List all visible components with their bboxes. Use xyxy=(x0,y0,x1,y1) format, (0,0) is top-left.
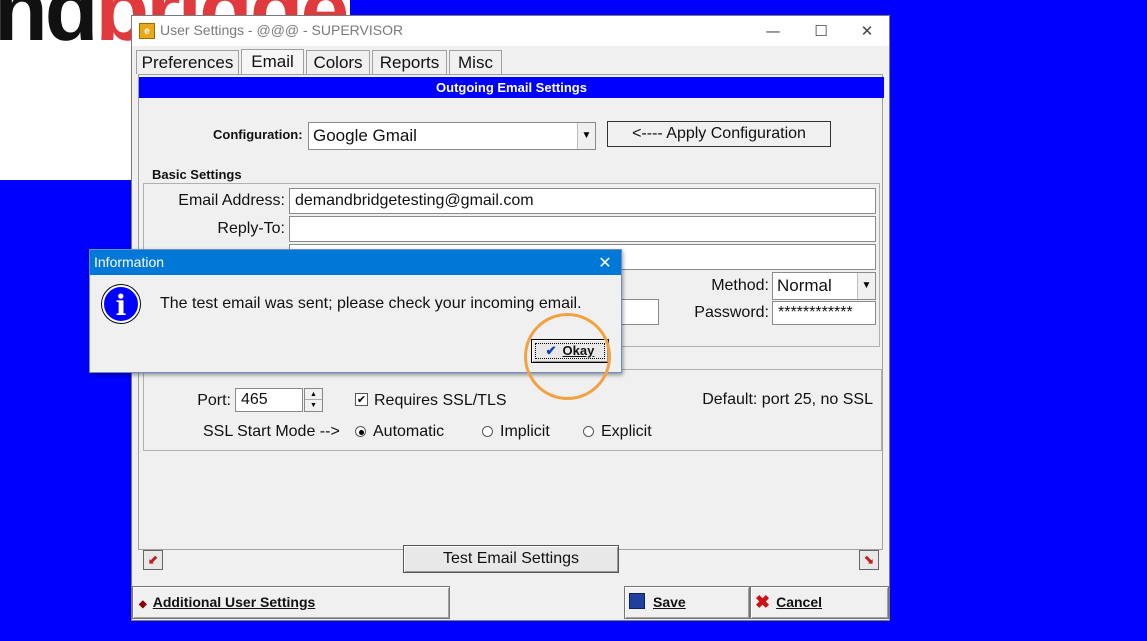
app-icon: e xyxy=(139,23,155,39)
window-close-button[interactable]: ✕ xyxy=(844,16,890,46)
diamond-icon: ◆ xyxy=(139,599,147,610)
email-address-label: Email Address: xyxy=(178,192,285,209)
ssl-start-mode-label: SSL Start Mode --> xyxy=(203,423,340,440)
dialog-close-button[interactable]: ✕ xyxy=(590,250,620,275)
method-select[interactable]: Normal ▼ xyxy=(772,272,876,300)
chevron-down-icon[interactable]: ▼ xyxy=(577,123,595,149)
ssl-mode-automatic-label: Automatic xyxy=(373,423,445,440)
save-button[interactable]: Save xyxy=(624,586,750,619)
ssl-mode-implicit-label: Implicit xyxy=(500,423,550,440)
ssl-mode-explicit-radio[interactable] xyxy=(583,426,594,437)
apply-configuration-button[interactable]: <---- Apply Configuration xyxy=(607,121,831,147)
port-input[interactable]: 465 xyxy=(235,388,303,412)
method-value: Normal xyxy=(777,276,832,295)
port-stepper[interactable]: ▲ ▼ xyxy=(304,388,323,412)
maximize-button[interactable]: ☐ xyxy=(798,16,844,46)
cancel-button[interactable]: ✖ Cancel xyxy=(750,586,889,619)
requires-ssl-checkbox[interactable]: ✔ xyxy=(355,393,368,406)
information-icon: i xyxy=(102,285,140,323)
window-title: User Settings - @@@ - SUPERVISOR xyxy=(160,22,404,38)
minimize-button[interactable]: — xyxy=(750,16,796,46)
additional-user-settings-button[interactable]: ◆ Additional User Settings xyxy=(132,586,450,619)
window-titlebar: e User Settings - @@@ - SUPERVISOR — ☐ ✕ xyxy=(132,16,889,46)
stepper-down-icon[interactable]: ▼ xyxy=(305,400,322,411)
test-email-settings-button[interactable]: Test Email Settings xyxy=(403,545,619,573)
configuration-select[interactable]: Google Gmail ▼ xyxy=(308,122,596,150)
reply-to-input[interactable] xyxy=(289,216,876,242)
import-icon[interactable]: ⬋ xyxy=(143,550,163,570)
tab-reports[interactable]: Reports xyxy=(372,50,447,74)
method-label: Method: xyxy=(711,277,769,294)
requires-ssl-label: Requires SSL/TLS xyxy=(374,392,507,409)
password-input[interactable]: ************ xyxy=(772,301,876,325)
tab-email[interactable]: Email xyxy=(241,49,304,75)
dialog-title: Information xyxy=(90,250,621,275)
basic-settings-title: Basic Settings xyxy=(150,167,244,182)
cancel-label: Cancel xyxy=(776,594,823,610)
email-address-input[interactable]: demandbridgetesting@gmail.com xyxy=(289,188,876,214)
configuration-label: Configuration: xyxy=(213,127,303,142)
save-label: Save xyxy=(653,594,686,610)
tab-misc[interactable]: Misc xyxy=(449,50,502,74)
port-label: Port: xyxy=(197,392,231,409)
tab-colors[interactable]: Colors xyxy=(306,50,370,74)
password-label: Password: xyxy=(694,304,769,321)
ssl-mode-explicit-label: Explicit xyxy=(601,423,652,440)
additional-user-settings-label: Additional User Settings xyxy=(152,594,316,610)
configuration-value: Google Gmail xyxy=(313,126,417,145)
tab-preferences[interactable]: Preferences xyxy=(136,50,239,74)
reply-to-label: Reply-To: xyxy=(217,220,285,237)
section-title: Outgoing Email Settings xyxy=(139,77,884,98)
default-port-note: Default: port 25, no SSL xyxy=(702,391,873,408)
chevron-down-icon[interactable]: ▼ xyxy=(857,273,875,299)
ssl-mode-automatic-radio[interactable] xyxy=(355,426,366,437)
click-highlight-circle xyxy=(524,313,611,400)
stepper-up-icon[interactable]: ▲ xyxy=(305,389,322,400)
floppy-disk-icon xyxy=(629,593,645,609)
dialog-message: The test email was sent; please check yo… xyxy=(160,295,582,312)
ssl-mode-implicit-radio[interactable] xyxy=(482,426,493,437)
export-icon[interactable]: ⬊ xyxy=(859,550,879,570)
cancel-x-icon: ✖ xyxy=(755,592,771,612)
